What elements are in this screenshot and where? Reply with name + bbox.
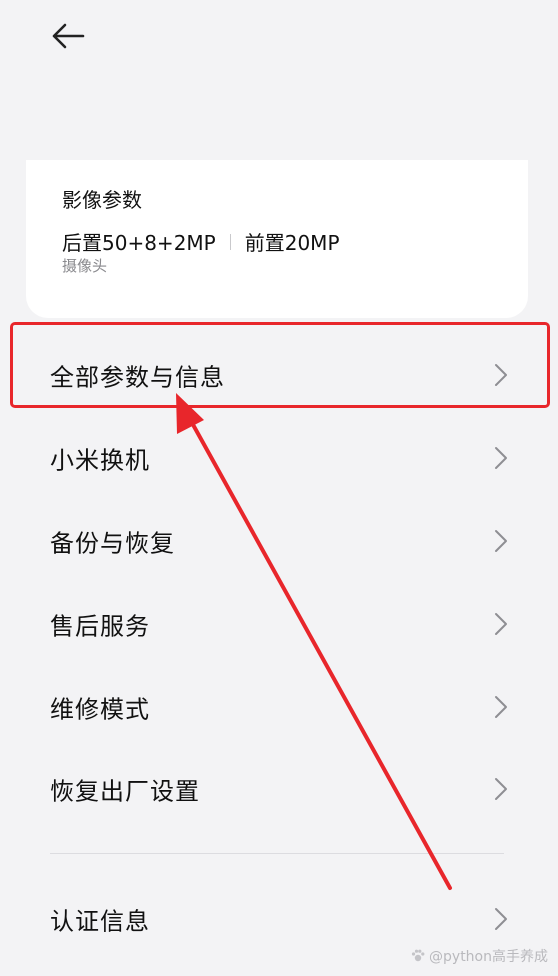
front-camera-spec: 前置20MP (244, 231, 340, 255)
section-divider (50, 853, 504, 854)
menu-item-label: 全部参数与信息 (50, 363, 225, 392)
camera-info-card: 影像参数 后置50+8+2MP 前置20MP 摄像头 (26, 160, 528, 318)
chevron-right-icon (495, 447, 507, 469)
chevron-right-icon (495, 908, 507, 930)
menu-item-all-specs[interactable]: 全部参数与信息 (0, 334, 558, 416)
menu-item-after-sales[interactable]: 售后服务 (0, 583, 558, 665)
spec-divider (229, 233, 231, 250)
menu-item-label: 小米换机 (50, 446, 150, 475)
menu-item-label: 备份与恢复 (50, 529, 175, 558)
menu-item-label: 维修模式 (50, 695, 150, 724)
watermark: @python高手养成 (410, 946, 548, 966)
menu-item-factory-reset[interactable]: 恢复出厂设置 (0, 748, 558, 830)
chevron-right-icon (495, 778, 507, 800)
menu-item-backup-restore[interactable]: 备份与恢复 (0, 500, 558, 582)
menu-item-label: 认证信息 (50, 907, 150, 936)
arrow-left-icon (52, 23, 85, 49)
watermark-text: @python高手养成 (429, 949, 548, 965)
menu-item-label: 售后服务 (50, 612, 150, 641)
card-title: 影像参数 (62, 188, 142, 212)
chevron-right-icon (495, 696, 507, 718)
camera-subtitle: 摄像头 (62, 257, 108, 275)
chevron-right-icon (495, 364, 507, 386)
chevron-right-icon (495, 530, 507, 552)
camera-spec-row: 后置50+8+2MP 前置20MP (62, 227, 340, 256)
menu-item-repair-mode[interactable]: 维修模式 (0, 666, 558, 748)
rear-camera-spec: 后置50+8+2MP (62, 231, 216, 255)
back-button[interactable] (44, 14, 92, 58)
chevron-right-icon (495, 613, 507, 635)
menu-item-label: 恢复出厂设置 (50, 777, 200, 806)
menu-item-xiaomi-transfer[interactable]: 小米换机 (0, 417, 558, 499)
paw-icon (411, 949, 425, 962)
